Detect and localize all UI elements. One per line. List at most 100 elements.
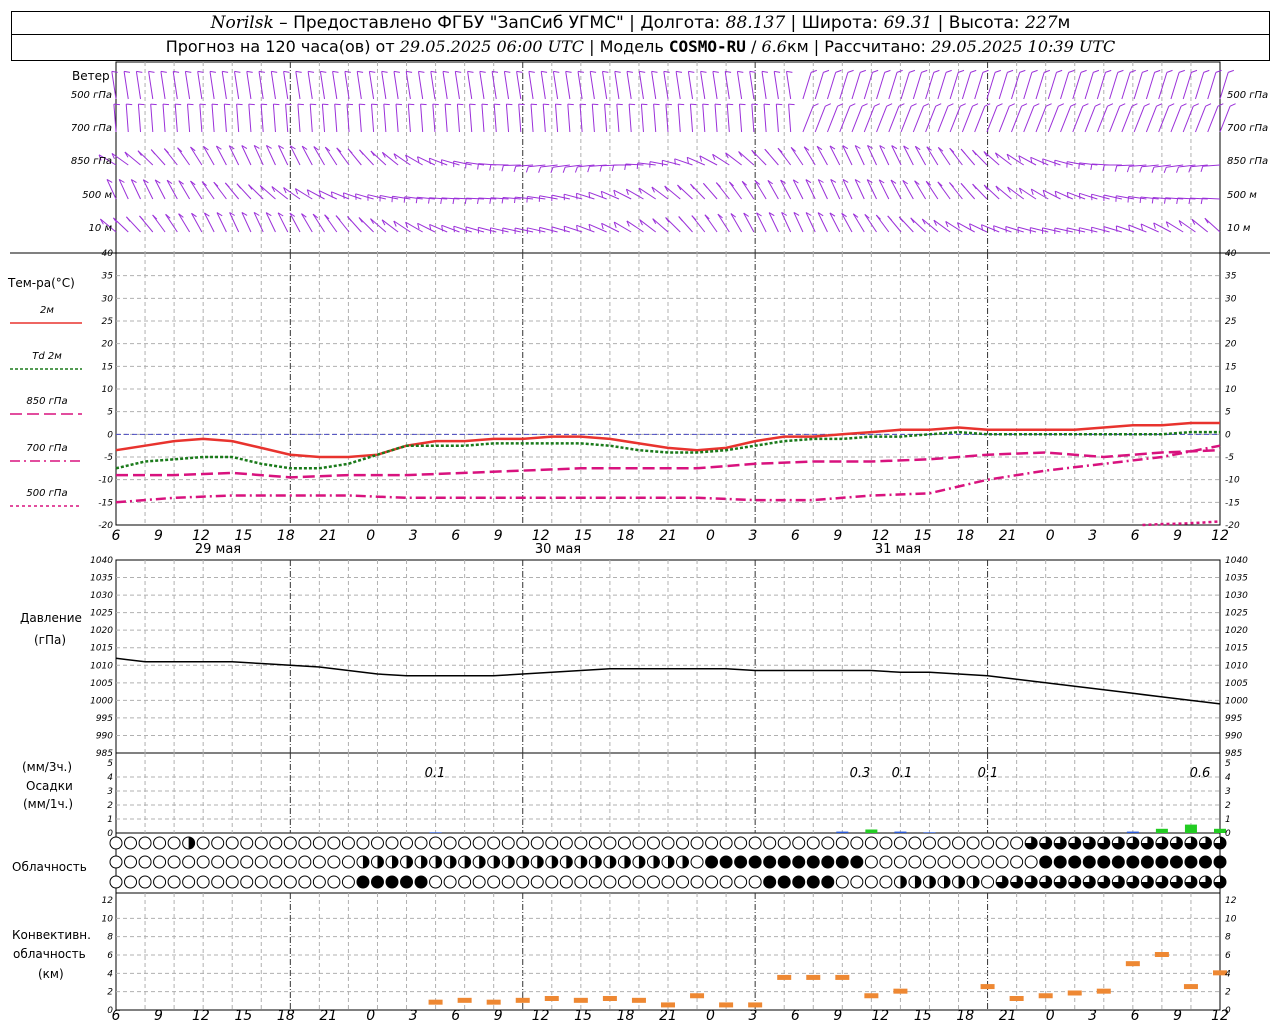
wind-level-right: 700 гПа xyxy=(1227,123,1268,134)
panels.temp-ytick-left: -5 xyxy=(104,453,113,463)
hour-tick-mid: 6 xyxy=(1131,528,1140,544)
cloud-cover-circle xyxy=(806,875,820,889)
wind-barb-feather xyxy=(1007,69,1014,73)
precip-bar xyxy=(894,831,907,833)
wind-barb xyxy=(816,146,828,166)
wind-barb-feather xyxy=(1139,166,1143,173)
wind-barb xyxy=(1121,106,1133,133)
wind-barb-feather xyxy=(1203,69,1210,73)
panels.pressure-ytick-right: 1030 xyxy=(1225,591,1248,601)
cloud-cover-fill xyxy=(450,855,457,868)
convective-bar xyxy=(1096,988,1111,994)
hour-tick-mid: 6 xyxy=(451,528,460,544)
wind-barb xyxy=(961,72,972,100)
cloud-cover-circle xyxy=(458,875,472,889)
wind-barb xyxy=(191,213,203,233)
wind-barb-feather xyxy=(453,226,455,233)
convective-bar xyxy=(719,1002,734,1008)
wind-barb xyxy=(902,180,914,200)
panels.pressure-ytick-right: 1000 xyxy=(1225,696,1248,706)
cloud-cover-circle xyxy=(806,836,820,850)
wind-barb xyxy=(628,104,632,133)
convective-bar xyxy=(980,984,995,990)
convective-bar xyxy=(1154,952,1169,957)
wind-barb-feather xyxy=(1005,226,1007,233)
hour-tick-mid: 6 xyxy=(112,528,121,544)
wind-barb-feather xyxy=(960,103,966,107)
wind-barb-feather xyxy=(614,70,621,73)
wind-barb xyxy=(876,72,886,100)
cloud-cover-circle xyxy=(283,875,297,889)
wind-barb-feather xyxy=(224,182,230,188)
wind-barb xyxy=(383,104,387,133)
cloud-cover-fill xyxy=(464,856,471,868)
convective-bar xyxy=(457,997,472,1003)
wind-barb xyxy=(111,152,129,166)
wind-barb-feather xyxy=(579,103,587,106)
wind-barb-feather xyxy=(187,103,194,106)
wind-barb xyxy=(358,104,362,133)
cloud-cover-circle xyxy=(719,875,733,889)
wind-barb-feather xyxy=(1229,103,1236,107)
convective-unit: (км) xyxy=(38,967,64,981)
cloud-cover-circle xyxy=(835,855,849,869)
wind-barb xyxy=(309,104,313,133)
panels.temp-ytick-left: 20 xyxy=(102,340,114,350)
wind-barb-feather xyxy=(393,70,400,73)
panels.precip-ytick-left: 1 xyxy=(107,815,113,825)
precip-bar xyxy=(1126,831,1139,833)
wind-barb-feather xyxy=(258,70,265,73)
cloud-cover-circle xyxy=(879,836,893,850)
hour-tick-bottom: 9 xyxy=(833,1008,842,1024)
temp-legend-label: Td 2м xyxy=(32,351,62,362)
wind-barb xyxy=(875,214,890,233)
wind-barb-feather xyxy=(611,164,615,172)
wind-barb xyxy=(714,104,718,133)
convective-bar xyxy=(1183,984,1198,990)
panels.pressure-ytick-right: 1005 xyxy=(1225,679,1248,689)
wind-barb xyxy=(788,104,792,133)
wind-barb xyxy=(1182,72,1192,100)
wind-barb-feather xyxy=(346,103,354,106)
wind-barb-feather xyxy=(185,70,192,73)
wind-barb xyxy=(332,71,338,100)
hour-tick-mid: 0 xyxy=(706,528,715,544)
wind-barb xyxy=(802,106,814,133)
cloud-cover-circle xyxy=(676,875,690,889)
wind-barb-feather xyxy=(209,70,216,73)
day-label: 31 мая xyxy=(875,542,921,557)
wind-barb-feather xyxy=(538,166,542,173)
hour-tick-bottom: 9 xyxy=(1173,1008,1182,1024)
wind-barb xyxy=(209,71,215,100)
hour-tick-mid: 3 xyxy=(1088,528,1097,544)
wind-barb-feather xyxy=(1163,167,1167,173)
wind-level-right: 850 гПа xyxy=(1227,156,1268,167)
wind-barb-feather xyxy=(1115,225,1118,232)
wind-barb xyxy=(324,146,338,166)
cloud-cover-circle xyxy=(922,855,936,869)
wind-barb-feather xyxy=(1178,69,1185,73)
wind-barb-feather xyxy=(960,148,966,155)
wind-barb-feather xyxy=(1103,226,1105,233)
day-label: 29 мая xyxy=(195,542,241,557)
precip-total: 0.1 xyxy=(425,766,446,781)
wind-level-left: 500 м xyxy=(82,190,112,201)
cloud-cover-circle xyxy=(763,855,777,869)
wind-barb-feather xyxy=(441,159,443,166)
wind-barb xyxy=(1096,106,1108,133)
cloud-cover-circle xyxy=(719,855,733,869)
cloud-cover-circle xyxy=(850,836,864,850)
panels.temp-ytick-right: -15 xyxy=(1225,498,1240,508)
hour-tick-bottom: 21 xyxy=(319,1008,337,1024)
wind-barb-feather xyxy=(222,70,229,73)
wind-barb-feather xyxy=(467,70,474,73)
panels.pressure-ytick-left: 985 xyxy=(96,749,113,759)
wind-barb xyxy=(761,71,767,100)
day-label: 30 мая xyxy=(535,542,581,557)
precip-bar xyxy=(836,831,849,833)
wind-barb-feather xyxy=(344,70,351,73)
wind-barb-feather xyxy=(113,103,120,106)
wind-barb-feather xyxy=(1078,193,1081,200)
wind-barb xyxy=(334,104,338,133)
wind-barb-feather xyxy=(933,69,940,73)
